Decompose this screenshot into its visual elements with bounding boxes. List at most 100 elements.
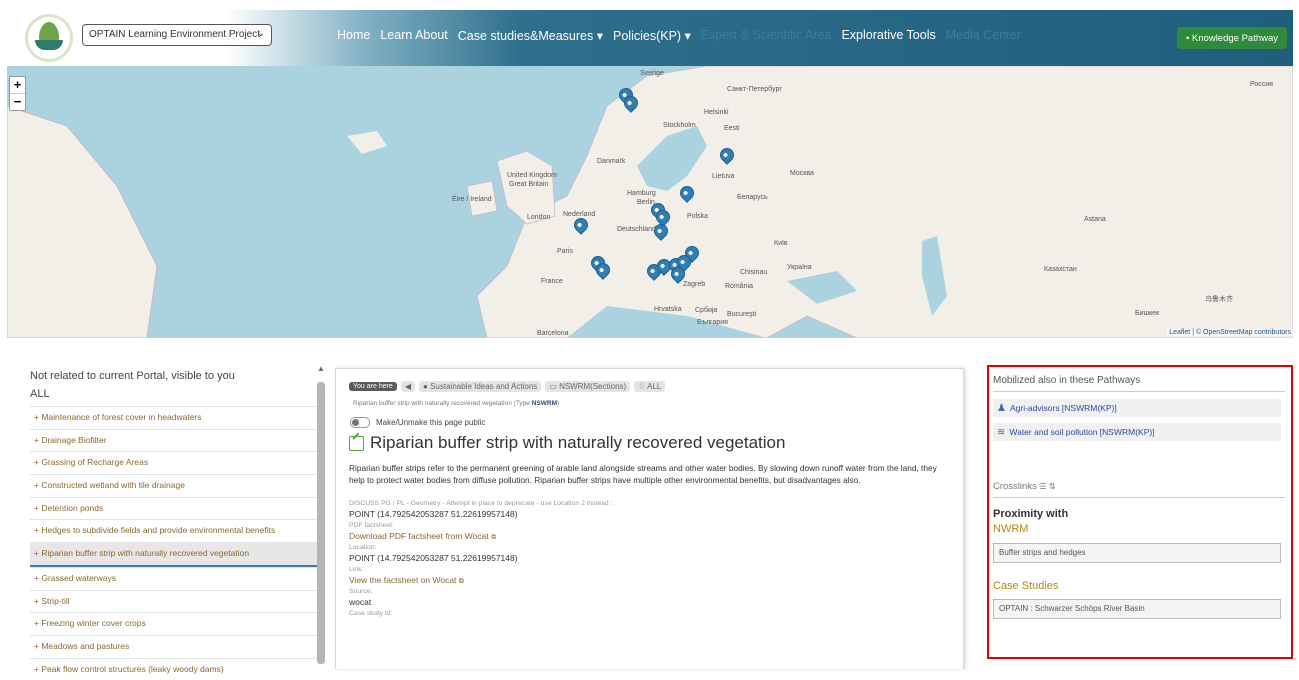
field-value: POINT (14.792542053287 51.22619957148) bbox=[349, 553, 518, 563]
description: Riparian buffer strips refer to the perm… bbox=[349, 463, 937, 485]
sidebar-item[interactable]: + Meadows and pastures bbox=[30, 634, 320, 658]
map-label: Helsinki bbox=[704, 109, 729, 116]
map-label: Hamburg bbox=[627, 190, 656, 197]
breadcrumb-all[interactable]: ♢ ALL bbox=[634, 381, 666, 392]
map-label: România bbox=[725, 283, 754, 290]
map-label: Astana bbox=[1084, 216, 1106, 223]
breadcrumb-sustainable-ideas[interactable]: ● Sustainable Ideas and Actions bbox=[419, 381, 542, 392]
back-icon[interactable]: ◀ bbox=[400, 381, 415, 392]
pathways-panel: Mobilized also in these Pathways ♟ Agri-… bbox=[987, 365, 1293, 659]
sidebar-list: + Maintenance of forest cover in headwat… bbox=[30, 406, 320, 680]
main-nav: Home Learn About Case studies&Measures ▾… bbox=[337, 28, 1021, 43]
nwrm-link[interactable]: Buffer strips and hedges bbox=[993, 543, 1281, 563]
sidebar-item[interactable]: + Hedges to subdivide fields and provide… bbox=[30, 519, 320, 543]
scroll-up-icon[interactable]: ▲ bbox=[316, 364, 326, 373]
case-study-link[interactable]: OPTAIN : Schwarzer Schöps River Basin bbox=[993, 599, 1281, 619]
link-text: Download PDF factsheet from Wocat bbox=[349, 531, 489, 541]
project-select-value: OPTAIN Learning Environment Project bbox=[89, 29, 261, 40]
folder-icon: ▭ bbox=[549, 382, 557, 391]
page-title: Riparian buffer strip with naturally rec… bbox=[370, 433, 786, 452]
optain-logo[interactable] bbox=[25, 14, 73, 62]
breadcrumb-nswrm-sections[interactable]: ▭ NSWRM(Sections) bbox=[545, 381, 631, 392]
pathway-label: Water and soil pollution [NSWRM(KP)] bbox=[1009, 427, 1155, 437]
sidebar-item[interactable]: + Freezing winter cover crops bbox=[30, 612, 320, 635]
sidebar-item[interactable]: + Peak flow control structures (leaky wo… bbox=[30, 657, 320, 680]
field-label: Case study id: bbox=[349, 610, 393, 617]
sidebar-item[interactable]: + Maintenance of forest cover in headwat… bbox=[30, 406, 320, 429]
knowledge-pathway-button[interactable]: • Knowledge Pathway bbox=[1177, 27, 1287, 49]
map-attribution[interactable]: Leaflet | © OpenStreetMap contributors bbox=[1167, 329, 1293, 336]
external-link-icon: ⧉ bbox=[491, 534, 497, 541]
zoom-in-button[interactable]: + bbox=[10, 77, 25, 94]
field-label: DISCUSS PG / PL - Geometry - Attempt in … bbox=[349, 500, 613, 507]
map-label: България bbox=[697, 319, 728, 326]
sidebar-item-selected[interactable]: + Riparian buffer strip with naturally r… bbox=[30, 542, 320, 567]
nav-explorative-tools[interactable]: Explorative Tools bbox=[841, 28, 935, 43]
sidebar-item[interactable]: + Strip-till bbox=[30, 589, 320, 613]
view-factsheet-link[interactable]: View the factsheet on Wocat ⧉ bbox=[349, 575, 949, 588]
map-label: Chisinau bbox=[740, 269, 768, 276]
map-label: Беларусь bbox=[737, 194, 768, 201]
list-icon[interactable]: ☰ ⇅ bbox=[1039, 482, 1055, 491]
divider bbox=[993, 497, 1285, 498]
case-studies-heading: Case Studies bbox=[993, 580, 1059, 592]
breadcrumb-label: NSWRM(Sections) bbox=[559, 382, 627, 391]
divider bbox=[993, 391, 1285, 392]
sidebar-item[interactable]: + Detention ponds bbox=[30, 496, 320, 520]
nav-policies[interactable]: Policies(KP) ▾ bbox=[613, 28, 691, 43]
nav-case-studies[interactable]: Case studies&Measures ▾ bbox=[458, 28, 603, 43]
field-label: Location: bbox=[349, 544, 377, 551]
public-toggle[interactable] bbox=[350, 417, 370, 428]
map-label: Україна bbox=[787, 264, 812, 271]
field-label: PDF factsheet: bbox=[349, 522, 394, 529]
map-label: Hrvatska bbox=[654, 306, 682, 313]
edit-icon[interactable] bbox=[349, 435, 364, 451]
crosslinks-heading: Crosslinks ☰ ⇅ bbox=[993, 481, 1056, 492]
pathway-water-soil-pollution[interactable]: ≋ Water and soil pollution [NSWRM(KP)] bbox=[993, 423, 1281, 441]
map-label: Москва bbox=[790, 170, 814, 177]
sidebar-scrollbar[interactable]: ▲ bbox=[316, 364, 326, 664]
scrollbar-thumb[interactable] bbox=[317, 382, 325, 664]
proximity-heading: Proximity with bbox=[993, 508, 1069, 520]
download-pdf-link[interactable]: Download PDF factsheet from Wocat ⧉ bbox=[349, 531, 949, 544]
map-label: Polska bbox=[687, 213, 709, 220]
you-are-here-badge: You are here bbox=[349, 382, 397, 391]
field-value: POINT (14.792542053287 51.22619957148) bbox=[349, 509, 518, 519]
map-label: Бишкек bbox=[1135, 310, 1160, 317]
nav-expert-area[interactable]: Expert & Scientific Area bbox=[701, 28, 832, 43]
project-select[interactable]: OPTAIN Learning Environment Project ⌄ bbox=[82, 24, 272, 46]
sidebar-item[interactable]: + Grassed waterways bbox=[30, 566, 320, 590]
map-label: Россия bbox=[1250, 81, 1273, 88]
breadcrumb-label: ALL bbox=[647, 382, 662, 391]
sidebar-all-label[interactable]: ALL bbox=[30, 388, 320, 400]
sidebar-item[interactable]: + Drainage Biofilter bbox=[30, 428, 320, 452]
pathway-agri-advisors[interactable]: ♟ Agri-advisors [NSWRM(KP)] bbox=[993, 399, 1281, 417]
europe-map[interactable]: Sverige Санкт-Петербург Helsinki Stockho… bbox=[7, 66, 1293, 338]
sidebar: Not related to current Portal, visible t… bbox=[30, 370, 320, 680]
page-subtitle: Riparian buffer strip with naturally rec… bbox=[353, 400, 559, 407]
map-label: Zagreb bbox=[683, 281, 706, 288]
field-list: DISCUSS PG / PL - Geometry - Attempt in … bbox=[349, 500, 949, 619]
subtitle-type: NSWRM bbox=[531, 400, 558, 407]
map-label: Danmark bbox=[597, 158, 626, 165]
breadcrumb: You are here ◀ ● Sustainable Ideas and A… bbox=[349, 381, 666, 392]
sidebar-item[interactable]: + Constructed wetland with tile drainage bbox=[30, 474, 320, 497]
map-label: Sverige bbox=[640, 70, 664, 77]
top-header: OPTAIN Learning Environment Project ⌄ Ho… bbox=[7, 10, 1293, 66]
public-toggle-label: Make/Unmake this page public bbox=[376, 418, 486, 427]
map-label: United Kingdom bbox=[507, 172, 557, 179]
pathway-label: Agri-advisors [NSWRM(KP)] bbox=[1009, 403, 1117, 413]
zoom-out-button[interactable]: − bbox=[10, 94, 25, 110]
map-label: Київ bbox=[774, 240, 788, 247]
advisor-icon: ♟ bbox=[997, 402, 1006, 414]
nav-media-center[interactable]: Media Center bbox=[946, 28, 1021, 43]
nav-home[interactable]: Home bbox=[337, 28, 370, 43]
public-toggle-row: Make/Unmake this page public bbox=[350, 417, 485, 428]
main-content: You are here ◀ ● Sustainable Ideas and A… bbox=[335, 368, 964, 669]
mobilized-title: Mobilized also in these Pathways bbox=[993, 375, 1141, 386]
nav-learn-about[interactable]: Learn About bbox=[380, 28, 447, 43]
sidebar-item[interactable]: + Grassing of Recharge Areas bbox=[30, 451, 320, 475]
field-label: Link: bbox=[349, 566, 364, 573]
map-label: Казахстан bbox=[1044, 266, 1077, 273]
map-label: France bbox=[541, 278, 563, 285]
